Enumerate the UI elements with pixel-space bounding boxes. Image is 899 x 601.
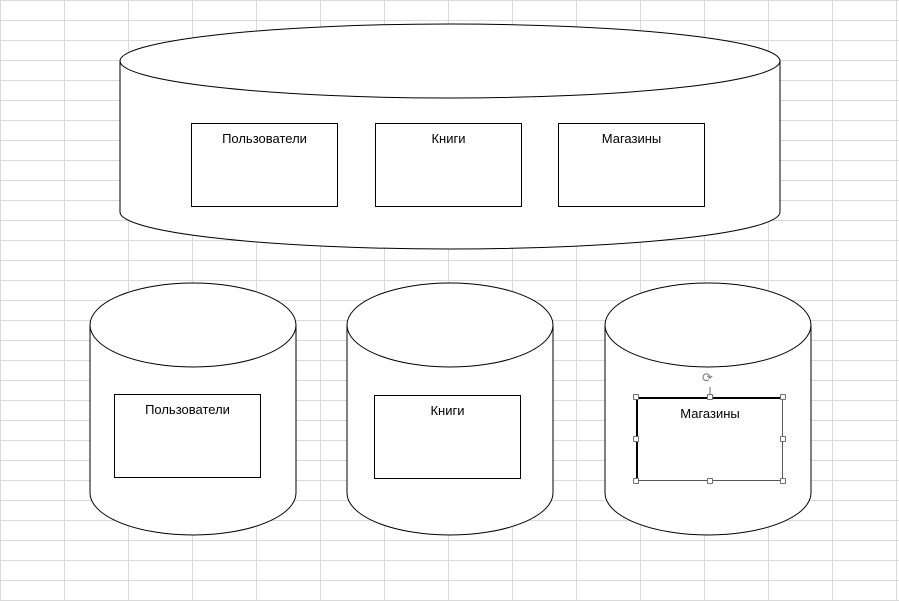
shard-table-users-label: Пользователи <box>145 402 230 417</box>
main-table-stores-label: Магазины <box>601 131 662 146</box>
shard-table-stores-label: Магазины <box>680 406 740 421</box>
resize-handle-top[interactable] <box>707 394 713 400</box>
main-table-stores[interactable]: Магазины <box>558 123 705 207</box>
main-table-books-label: Книги <box>431 131 466 146</box>
shard-table-books-label: Книги <box>430 403 465 418</box>
resize-handle-right[interactable] <box>780 436 786 442</box>
main-table-books[interactable]: Книги <box>375 123 522 207</box>
shard-table-books[interactable]: Книги <box>374 395 521 479</box>
resize-handle-bottom-right[interactable] <box>780 478 786 484</box>
main-table-users-label: Пользователи <box>222 131 307 146</box>
shard-table-stores[interactable]: Магазины <box>636 397 783 481</box>
shard-table-users[interactable]: Пользователи <box>114 394 261 478</box>
resize-handle-bottom[interactable] <box>707 478 713 484</box>
resize-handle-bottom-left[interactable] <box>633 478 639 484</box>
resize-handle-top-right[interactable] <box>780 394 786 400</box>
spreadsheet-canvas[interactable] <box>0 0 899 601</box>
main-table-users[interactable]: Пользователи <box>191 123 338 207</box>
rotate-handle-icon[interactable]: ⟳ <box>702 372 713 385</box>
resize-handle-top-left[interactable] <box>633 394 639 400</box>
resize-handle-left[interactable] <box>633 436 639 442</box>
